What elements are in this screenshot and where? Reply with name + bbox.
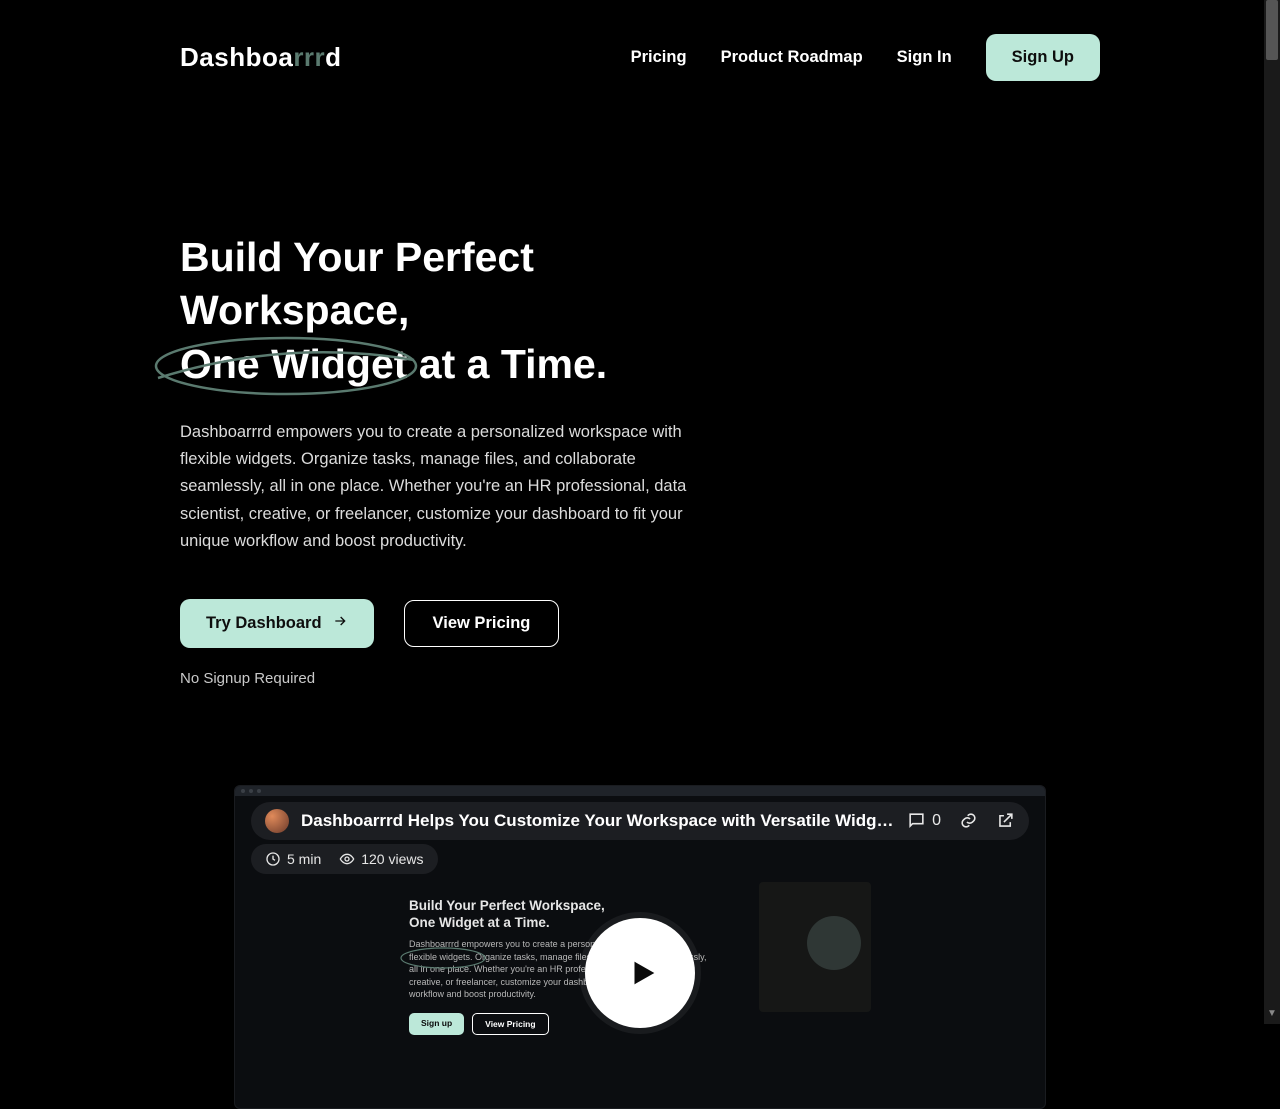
video-duration: 5 min	[265, 851, 321, 867]
video-meta-bar: 5 min 120 views	[251, 844, 438, 874]
external-link-icon	[996, 811, 1015, 830]
brand-part-accent: rrr	[293, 42, 325, 72]
video-copy-link[interactable]	[959, 811, 978, 830]
hero-title-highlight: One Widget	[180, 341, 407, 387]
clock-icon	[265, 851, 281, 867]
sign-up-label: Sign Up	[1012, 48, 1074, 67]
view-pricing-button[interactable]: View Pricing	[404, 600, 560, 647]
site-header: Dashboarrrd Pricing Product Roadmap Sign…	[180, 0, 1100, 81]
video-card[interactable]: Build Your Perfect Workspace, One Widget…	[234, 785, 1046, 1109]
video-window-bar	[235, 786, 1045, 796]
comment-icon	[907, 811, 926, 830]
eye-icon	[339, 851, 355, 867]
video-views: 120 views	[339, 851, 423, 867]
video-comments[interactable]: 0	[907, 811, 941, 830]
hero-title-line1: Build Your Perfect Workspace,	[180, 234, 534, 333]
video-open-external[interactable]	[996, 811, 1015, 830]
brand-part1: Dashboa	[180, 42, 293, 72]
video-comments-count: 0	[932, 812, 941, 830]
decorative-circle	[1090, 170, 1246, 396]
hero-subnote: No Signup Required	[180, 670, 1100, 687]
brand-part3: d	[325, 42, 341, 72]
try-dashboard-button[interactable]: Try Dashboard	[180, 599, 374, 648]
arrow-right-icon	[332, 613, 348, 634]
sign-up-button[interactable]: Sign Up	[986, 34, 1100, 81]
page-scrollbar[interactable]: ▲ ▼	[1264, 0, 1280, 1024]
try-dashboard-label: Try Dashboard	[206, 614, 322, 633]
video-header-bar: Dashboarrrd Helps You Customize Your Wor…	[251, 802, 1029, 840]
play-icon	[626, 956, 660, 990]
brand-logo[interactable]: Dashboarrrd	[180, 42, 342, 73]
mini-art-panel	[759, 882, 871, 1012]
video-play-button[interactable]	[585, 918, 695, 1028]
hero-section: Build Your Perfect Workspace, One Widget…	[180, 231, 1100, 687]
video-author-avatar[interactable]	[265, 809, 289, 833]
hero-title-rest: at a Time.	[407, 341, 607, 387]
nav-pricing[interactable]: Pricing	[631, 48, 687, 67]
scroll-down-icon[interactable]: ▼	[1264, 1008, 1280, 1024]
hero-cta-row: Try Dashboard View Pricing	[180, 599, 1100, 648]
link-icon	[959, 811, 978, 830]
video-title: Dashboarrrd Helps You Customize Your Wor…	[301, 811, 895, 831]
view-pricing-label: View Pricing	[433, 614, 531, 633]
hero-title: Build Your Perfect Workspace, One Widget…	[180, 231, 740, 391]
mini-scribble-icon	[397, 945, 489, 971]
video-section: Build Your Perfect Workspace, One Widget…	[180, 785, 1100, 1109]
main-nav: Pricing Product Roadmap Sign In Sign Up	[631, 34, 1100, 81]
nav-sign-in[interactable]: Sign In	[897, 48, 952, 67]
nav-product-roadmap[interactable]: Product Roadmap	[721, 48, 863, 67]
scroll-thumb[interactable]	[1266, 0, 1278, 60]
hero-body: Dashboarrrd empowers you to create a per…	[180, 419, 710, 555]
